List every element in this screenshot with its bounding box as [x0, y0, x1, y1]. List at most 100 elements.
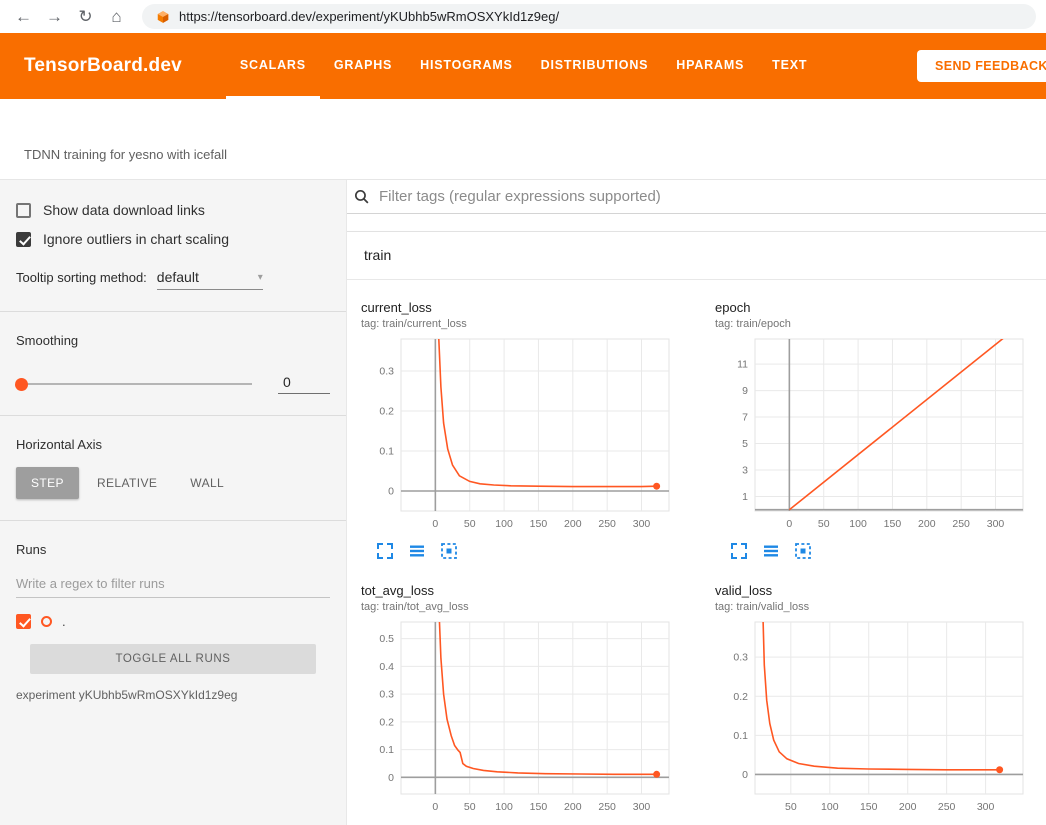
line-chart[interactable]: 05010015020025030000.10.20.3 — [361, 336, 673, 534]
svg-text:300: 300 — [987, 518, 1005, 530]
svg-text:100: 100 — [495, 518, 513, 530]
svg-text:7: 7 — [742, 412, 748, 424]
address-bar[interactable]: https://tensorboard.dev/experiment/yKUbh… — [142, 4, 1036, 29]
svg-text:0.3: 0.3 — [379, 366, 394, 378]
brand-logo[interactable]: TensorBoard.dev — [24, 55, 182, 77]
scalars-main: Filter tags (regular expressions support… — [347, 180, 1046, 825]
ignore-outliers-checkbox[interactable] — [16, 232, 31, 247]
svg-text:0.3: 0.3 — [379, 689, 394, 701]
send-feedback-button[interactable]: SEND FEEDBACK — [917, 50, 1046, 82]
line-chart[interactable]: 5010015020025030000.10.20.3 — [715, 619, 1027, 817]
run-color-swatch-icon — [41, 616, 52, 627]
axis-relative-button[interactable]: RELATIVE — [82, 467, 172, 499]
svg-text:0.2: 0.2 — [733, 691, 748, 703]
svg-text:0: 0 — [432, 801, 438, 813]
svg-text:250: 250 — [598, 518, 616, 530]
svg-text:0.5: 0.5 — [379, 633, 394, 645]
smoothing-slider-thumb[interactable] — [15, 378, 28, 391]
browser-chrome: ← → ↻ ⌂ https://tensorboard.dev/experime… — [0, 0, 1046, 33]
line-chart[interactable]: 0501001502002503001357911 — [715, 336, 1027, 534]
runs-label: Runs — [16, 542, 330, 557]
run-name: . — [62, 614, 66, 629]
chart-current-loss: current_loss tag: train/current_loss 050… — [361, 300, 691, 561]
ignore-outliers-label[interactable]: Ignore outliers in chart scaling — [43, 231, 229, 247]
home-icon[interactable]: ⌂ — [103, 3, 130, 30]
expand-chart-icon[interactable] — [375, 542, 394, 561]
horizontal-axis-label: Horizontal Axis — [16, 437, 330, 452]
svg-text:0.1: 0.1 — [379, 744, 394, 756]
tooltip-sorting-select[interactable]: default ▾ — [157, 269, 263, 290]
tab-scalars[interactable]: SCALARS — [226, 33, 320, 99]
chart-toolbar — [375, 542, 691, 561]
expand-chart-icon[interactable] — [729, 542, 748, 561]
y-axis-mode-icon[interactable] — [761, 542, 780, 561]
back-icon[interactable]: ← — [10, 3, 37, 30]
tab-text[interactable]: TEXT — [758, 33, 821, 99]
svg-text:150: 150 — [884, 518, 902, 530]
svg-text:5: 5 — [742, 438, 748, 450]
divider — [0, 311, 346, 312]
chart-title: tot_avg_loss — [361, 583, 691, 598]
tab-graphs[interactable]: GRAPHS — [320, 33, 406, 99]
smoothing-slider[interactable] — [16, 383, 252, 385]
divider — [0, 415, 346, 416]
chart-title: epoch — [715, 300, 1045, 315]
svg-text:150: 150 — [530, 801, 548, 813]
chart-tot-avg-loss: tot_avg_loss tag: train/tot_avg_loss 050… — [361, 583, 691, 825]
svg-text:200: 200 — [918, 518, 936, 530]
toggle-all-runs-button[interactable]: TOGGLE ALL RUNS — [30, 644, 316, 674]
svg-text:0.4: 0.4 — [379, 661, 394, 673]
experiment-description: TDNN training for yesno with icefall — [24, 147, 227, 162]
svg-text:300: 300 — [977, 801, 995, 813]
chevron-down-icon: ▾ — [258, 272, 263, 283]
experiment-description-row: TDNN training for yesno with icefall — [0, 99, 1046, 180]
chart-tag: tag: train/epoch — [715, 318, 1045, 330]
line-chart[interactable]: 05010015020025030000.10.20.30.40.5 — [361, 619, 673, 817]
axis-step-button[interactable]: STEP — [16, 467, 79, 499]
fit-domain-icon[interactable] — [793, 542, 812, 561]
smoothing-label: Smoothing — [16, 333, 330, 348]
settings-sidebar: Show data download links Ignore outliers… — [0, 180, 347, 825]
group-title[interactable]: train — [347, 232, 1046, 280]
svg-text:11: 11 — [737, 359, 748, 371]
fit-domain-icon[interactable] — [439, 542, 458, 561]
divider — [0, 520, 346, 521]
show-download-label[interactable]: Show data download links — [43, 202, 205, 218]
charts-grid: current_loss tag: train/current_loss 050… — [347, 280, 1046, 825]
svg-text:0: 0 — [432, 518, 438, 530]
app-header: TensorBoard.dev SCALARS GRAPHS HISTOGRAM… — [0, 33, 1046, 99]
chart-epoch: epoch tag: train/epoch 05010015020025030… — [715, 300, 1045, 561]
smoothing-value-input[interactable]: 0 — [278, 374, 330, 394]
tooltip-sorting-label: Tooltip sorting method: — [16, 270, 147, 285]
horizontal-axis-toggle: STEP RELATIVE WALL — [16, 467, 330, 499]
tag-filter-input[interactable]: Filter tags (regular expressions support… — [347, 180, 1046, 214]
run-list-item: . — [16, 614, 330, 629]
svg-text:0: 0 — [742, 769, 748, 781]
runs-filter-input[interactable] — [16, 569, 330, 598]
tab-hparams[interactable]: HPARAMS — [662, 33, 758, 99]
url-text: https://tensorboard.dev/experiment/yKUbh… — [179, 9, 559, 24]
svg-text:0.2: 0.2 — [379, 716, 394, 728]
svg-text:0.3: 0.3 — [733, 652, 748, 664]
svg-text:50: 50 — [464, 518, 476, 530]
svg-text:150: 150 — [860, 801, 878, 813]
svg-text:250: 250 — [938, 801, 956, 813]
svg-text:150: 150 — [530, 518, 548, 530]
svg-text:0.1: 0.1 — [379, 446, 394, 458]
show-download-checkbox[interactable] — [16, 203, 31, 218]
run-checkbox[interactable] — [16, 614, 31, 629]
forward-icon[interactable]: → — [41, 3, 68, 30]
experiment-id-label: experiment yKUbhb5wRmOSXYkId1z9eg — [16, 688, 330, 702]
svg-text:50: 50 — [818, 518, 830, 530]
svg-text:0.1: 0.1 — [733, 730, 748, 742]
tooltip-sorting-value: default — [157, 269, 199, 285]
y-axis-mode-icon[interactable] — [407, 542, 426, 561]
tab-distributions[interactable]: DISTRIBUTIONS — [527, 33, 663, 99]
svg-text:0: 0 — [388, 486, 394, 498]
chart-tag: tag: train/current_loss — [361, 318, 691, 330]
tab-histograms[interactable]: HISTOGRAMS — [406, 33, 527, 99]
svg-text:250: 250 — [952, 518, 970, 530]
reload-icon[interactable]: ↻ — [72, 3, 99, 30]
train-group-card: train current_loss tag: train/current_lo… — [347, 231, 1046, 825]
axis-wall-button[interactable]: WALL — [175, 467, 239, 499]
